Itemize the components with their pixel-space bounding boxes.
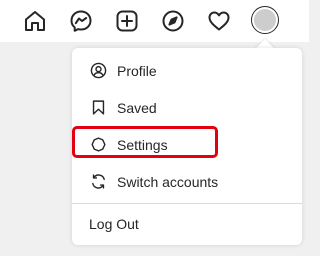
avatar — [254, 9, 276, 31]
logout-label: Log Out — [89, 216, 139, 232]
messenger-icon[interactable] — [67, 7, 95, 35]
top-navigation-bar — [0, 0, 309, 42]
logout-button[interactable]: Log Out — [72, 205, 302, 243]
menu-divider — [72, 203, 302, 204]
menu-item-label: Saved — [117, 99, 157, 116]
menu-item-label: Profile — [117, 62, 157, 79]
gear-icon — [89, 136, 107, 154]
home-icon[interactable] — [21, 7, 49, 35]
activity-heart-icon[interactable] — [205, 7, 233, 35]
profile-avatar-button[interactable] — [251, 6, 279, 34]
switch-accounts-icon — [89, 173, 107, 191]
menu-item-settings[interactable]: Settings — [72, 126, 302, 163]
menu-item-label: Switch accounts — [117, 173, 219, 190]
new-post-icon[interactable] — [113, 7, 141, 35]
menu-item-label: Settings — [117, 136, 168, 153]
user-circle-icon — [89, 62, 107, 80]
explore-icon[interactable] — [159, 7, 187, 35]
menu-item-saved[interactable]: Saved — [72, 89, 302, 126]
menu-item-profile[interactable]: Profile — [72, 52, 302, 89]
menu-item-switch-accounts[interactable]: Switch accounts — [72, 163, 302, 200]
profile-dropdown-menu: Profile Saved Settings Switch accounts L… — [72, 48, 302, 245]
bookmark-icon — [89, 99, 107, 117]
